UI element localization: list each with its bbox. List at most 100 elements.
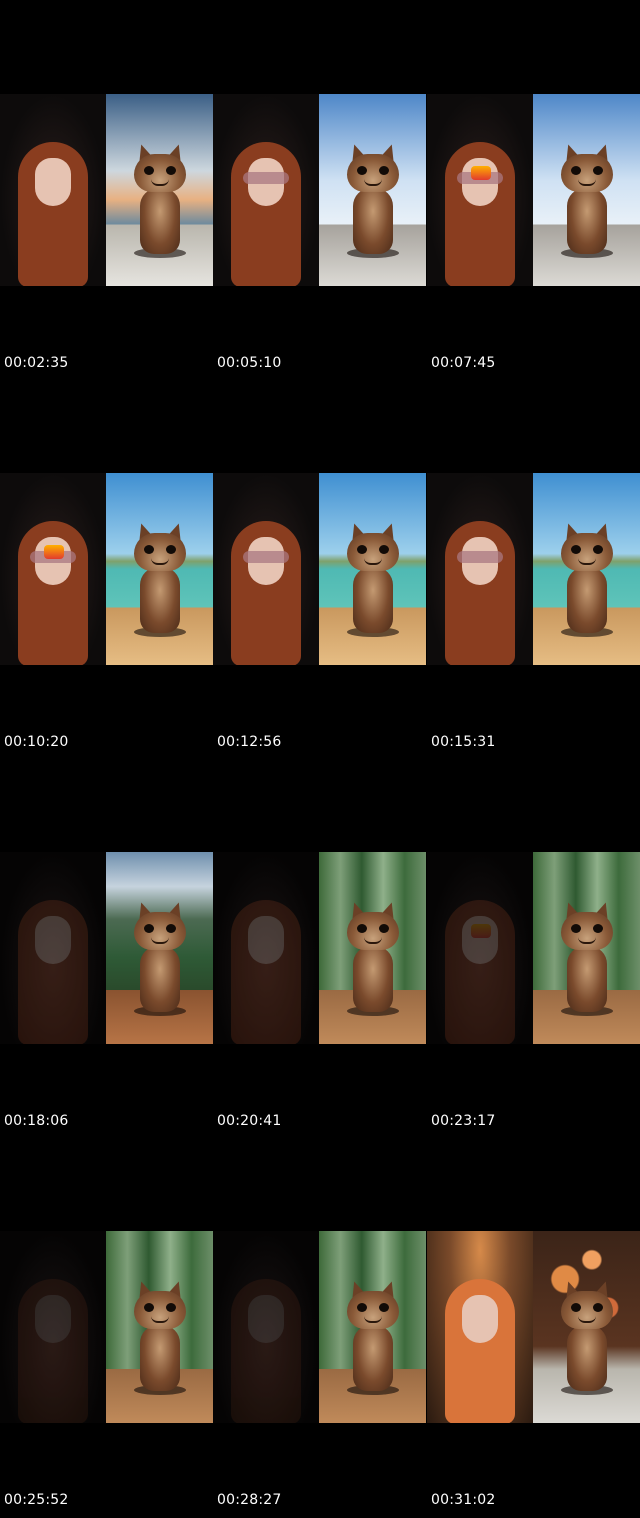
cat-figure-icon (559, 141, 615, 259)
sunglasses-icon (243, 551, 289, 563)
person-figure (18, 890, 88, 1044)
person-figure (18, 1269, 88, 1423)
frame-thumbnail[interactable] (427, 473, 640, 665)
frame-thumbnail[interactable] (427, 1231, 640, 1423)
frame-cell[interactable]: 00:20:41 (213, 758, 426, 1137)
person-video-pane (213, 94, 319, 286)
cat-eye-r (165, 924, 176, 933)
cat-head (560, 533, 613, 571)
cat-eye-r (378, 924, 389, 933)
cat-video-pane (533, 94, 640, 286)
person-figure (445, 132, 515, 286)
cat-eye-r (592, 1303, 603, 1312)
cat-eye-l (356, 924, 367, 933)
emoji-sticker-icon (471, 166, 491, 180)
cat-eye-r (378, 166, 389, 175)
frame-thumbnail[interactable] (0, 1231, 213, 1423)
cat-head (560, 1291, 613, 1329)
frame-thumbnail[interactable] (213, 1231, 426, 1423)
cat-eye-r (378, 545, 389, 554)
cat-eye-l (143, 1303, 154, 1312)
frame-cell[interactable]: 00:31:02 (427, 1137, 640, 1516)
frame-cell[interactable]: 00:15:31 (427, 379, 640, 758)
cat-video-pane (106, 1231, 213, 1423)
cat-body (566, 188, 607, 254)
person-figure (445, 890, 515, 1044)
person-video-pane (427, 473, 533, 665)
cat-eye-l (143, 924, 154, 933)
cat-body (566, 567, 607, 633)
face (35, 158, 71, 206)
person-figure (231, 1269, 301, 1423)
person-figure (231, 890, 301, 1044)
timecode-label: 00:05:10 (217, 355, 282, 371)
cat-eye-r (165, 166, 176, 175)
cat-eye-r (165, 545, 176, 554)
timecode-label: 00:31:02 (431, 1492, 496, 1508)
cat-figure-icon (559, 520, 615, 638)
cat-video-pane (319, 852, 426, 1044)
cat-video-pane (319, 1231, 426, 1423)
person-video-pane (427, 1231, 533, 1423)
cat-video-pane (319, 473, 426, 665)
cat-eye-l (570, 545, 581, 554)
frame-thumbnail[interactable] (0, 852, 213, 1044)
cat-video-pane (533, 473, 640, 665)
cat-figure-icon (132, 899, 188, 1017)
cat-body (352, 946, 393, 1012)
timecode-label: 00:25:52 (4, 1492, 69, 1508)
cat-body (352, 1325, 393, 1391)
cat-video-pane (106, 852, 213, 1044)
cat-figure-icon (345, 1278, 401, 1396)
cat-eye-r (592, 545, 603, 554)
cat-head (346, 1291, 399, 1329)
cat-eye-l (570, 1303, 581, 1312)
frame-cell[interactable]: 00:23:17 (427, 758, 640, 1137)
cat-figure-icon (132, 520, 188, 638)
face (35, 916, 71, 964)
frame-thumbnail[interactable] (213, 852, 426, 1044)
cat-head (133, 1291, 186, 1329)
cat-body (139, 567, 180, 633)
cat-head (133, 533, 186, 571)
cat-figure-icon (345, 141, 401, 259)
face (462, 1295, 498, 1343)
face (248, 916, 284, 964)
cat-eye-r (592, 166, 603, 175)
frame-thumbnail[interactable] (213, 94, 426, 286)
timecode-label: 00:20:41 (217, 1113, 282, 1129)
timecode-label: 00:02:35 (4, 355, 69, 371)
cat-eye-l (570, 924, 581, 933)
frame-cell[interactable]: 00:05:10 (213, 0, 426, 379)
timecode-label: 00:18:06 (4, 1113, 69, 1129)
frame-cell[interactable]: 00:28:27 (213, 1137, 426, 1516)
person-video-pane (427, 94, 533, 286)
frame-thumbnail[interactable] (427, 852, 640, 1044)
frame-thumbnail[interactable] (213, 473, 426, 665)
frame-cell[interactable]: 00:18:06 (0, 758, 213, 1137)
cat-body (352, 188, 393, 254)
cat-eye-l (143, 166, 154, 175)
cat-video-pane (106, 94, 213, 286)
frame-cell[interactable]: 00:12:56 (213, 379, 426, 758)
cat-figure-icon (345, 899, 401, 1017)
person-figure (231, 132, 301, 286)
cat-head (560, 154, 613, 192)
cat-body (139, 946, 180, 1012)
person-figure (18, 511, 88, 665)
person-video-pane (213, 1231, 319, 1423)
frame-thumbnail[interactable] (427, 94, 640, 286)
face (248, 1295, 284, 1343)
frame-cell[interactable]: 00:07:45 (427, 0, 640, 379)
timecode-label: 00:28:27 (217, 1492, 282, 1508)
frame-cell[interactable]: 00:10:20 (0, 379, 213, 758)
cat-figure-icon (559, 1278, 615, 1396)
person-figure (445, 511, 515, 665)
frame-thumbnail[interactable] (0, 473, 213, 665)
cat-body (566, 1325, 607, 1391)
frame-thumbnail[interactable] (0, 94, 213, 286)
cat-eye-l (143, 545, 154, 554)
frame-cell[interactable]: 00:02:35 (0, 0, 213, 379)
frame-cell[interactable]: 00:25:52 (0, 1137, 213, 1516)
cat-body (352, 567, 393, 633)
